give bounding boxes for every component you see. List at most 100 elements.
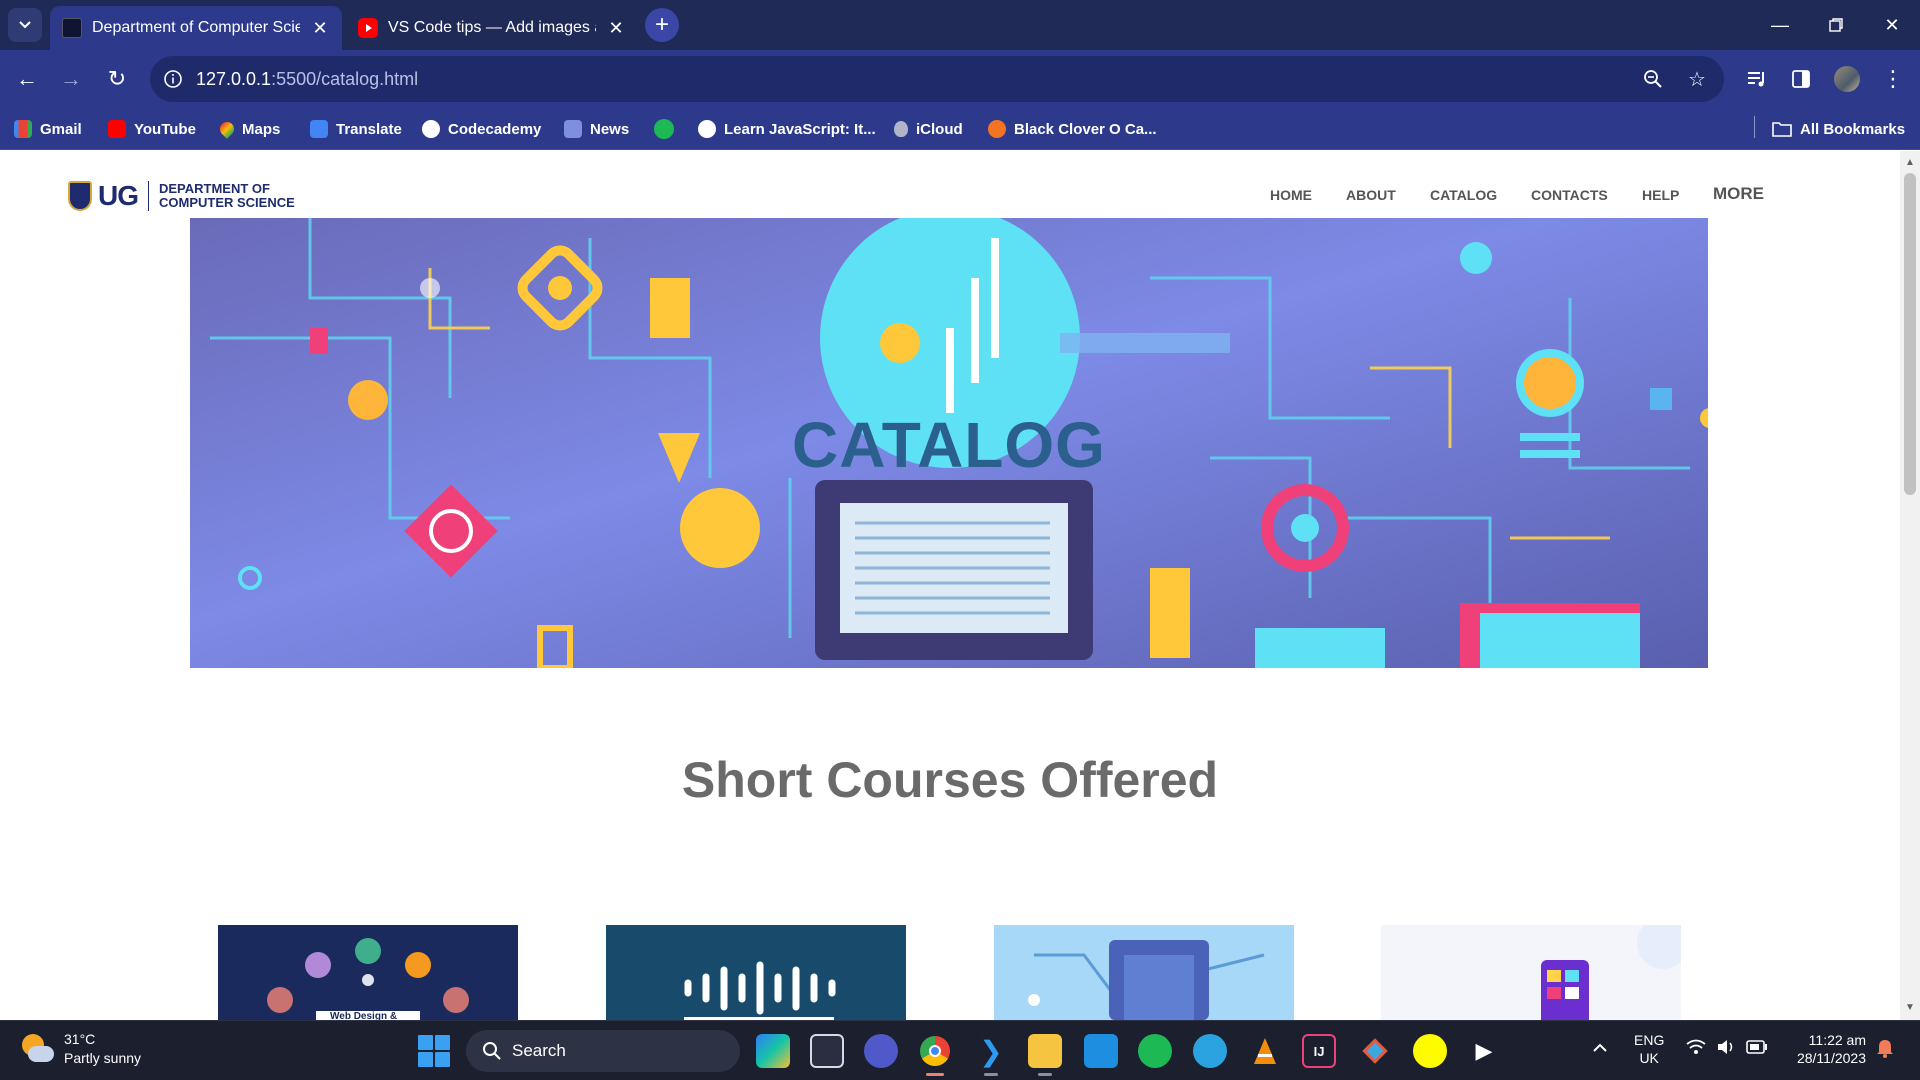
bookmark-codecademy[interactable]: Codecademy [422,116,541,142]
profile-avatar[interactable] [1830,62,1864,96]
bookmark-gmail[interactable]: Gmail [14,116,82,142]
windows-start-icon[interactable] [418,1035,450,1067]
course-card-audio[interactable] [606,925,906,1020]
nav-about[interactable]: ABOUT [1346,187,1396,203]
search-icon [483,1042,501,1060]
reload-icon[interactable]: ↻ [100,62,134,96]
sound-wave-illustration [684,961,836,1020]
task-view-icon[interactable] [810,1034,844,1068]
globe-icon [698,120,716,138]
spotify-icon [654,119,674,139]
url-host: 127.0.0.1 [196,68,272,89]
forward-arrow-icon[interactable]: → [54,62,88,96]
logo-ug-text: UG [98,180,139,211]
tab-title: VS Code tips — Add images an [388,19,596,36]
bookmark-news[interactable]: News [564,116,629,142]
course-card-web-design[interactable]: Web Design & [218,925,518,1020]
nav-home[interactable]: HOME [1270,187,1312,203]
wifi-icon[interactable] [1686,1039,1706,1059]
logo-dept-line1: DEPARTMENT OF [159,181,270,196]
logo-dept-line2: COMPUTER SCIENCE [159,195,295,210]
taskbar-search[interactable]: Search [466,1030,740,1072]
news-icon [564,120,582,138]
clock[interactable]: 11:22 am 28/11/2023 [1786,1031,1866,1067]
back-arrow-icon[interactable]: ← [10,62,44,96]
chrome-icon[interactable] [918,1034,952,1068]
bookmark-label: Translate [336,120,402,138]
bookmark-label: Codecademy [448,120,542,138]
bookmarks-bar: Gmail YouTube Maps Translate Codecademy … [0,108,1920,150]
new-tab-button[interactable]: + [645,8,679,42]
close-window-icon[interactable]: ✕ [1864,0,1920,50]
bookmark-spotify[interactable] [654,116,682,142]
site-logo[interactable]: UG DEPARTMENT OF COMPUTER SCIENCE [68,180,295,212]
terminal-app-icon[interactable]: ▶ [1467,1034,1501,1068]
battery-icon[interactable] [1746,1040,1768,1058]
close-tab-icon[interactable]: ✕ [606,18,626,39]
copilot-icon[interactable] [756,1034,790,1068]
bookmark-learn-javascript[interactable]: Learn JavaScript: It... [698,116,876,142]
folder-data-illustration [1028,940,1265,1020]
notification-bell-icon[interactable] [1876,1038,1894,1062]
course-card-data[interactable] [994,925,1294,1020]
chevron-down-icon [19,21,31,29]
bookmark-label: Black Clover O Ca... [1014,120,1157,138]
file-explorer-icon[interactable] [1028,1034,1062,1068]
tab-vscode-tips[interactable]: VS Code tips — Add images an ✕ [346,6,638,50]
git-app-icon[interactable] [1358,1034,1392,1068]
window-controls: — ✕ [1752,0,1920,50]
vscode-icon[interactable]: ❯ [974,1034,1008,1068]
side-panel-icon[interactable] [1784,62,1818,96]
volume-icon[interactable] [1716,1039,1736,1059]
zoom-icon[interactable] [1636,62,1670,96]
bookmark-label: News [590,120,630,138]
bookmark-translate[interactable]: Translate [310,116,402,142]
scroll-down-icon[interactable]: ▼ [1904,1002,1916,1014]
url-path: :5500/catalog.html [271,68,419,89]
teams-chat-icon[interactable] [864,1034,898,1068]
browser-menu-icon[interactable]: ⋮ [1876,62,1910,96]
nav-catalog[interactable]: CATALOG [1430,187,1497,203]
vlc-icon[interactable] [1248,1034,1282,1068]
tab-search-button[interactable] [8,8,42,42]
scroll-up-icon[interactable]: ▲ [1904,157,1916,169]
all-bookmarks-button[interactable]: All Bookmarks [1772,116,1905,142]
url-text: 127.0.0.1:5500/catalog.html [196,69,418,90]
search-label: Search [512,1041,566,1060]
bookmark-maps[interactable]: Maps [217,116,281,142]
all-bookmarks-label: All Bookmarks [1800,120,1906,138]
tab-department[interactable]: Department of Computer Scien ✕ [50,6,342,50]
restore-icon[interactable] [1808,0,1864,50]
address-bar[interactable]: 127.0.0.1:5500/catalog.html ☆ [150,56,1724,102]
telegram-icon[interactable] [1193,1034,1227,1068]
nav-help[interactable]: HELP [1642,187,1679,203]
tray-overflow-chevron-icon[interactable] [1592,1039,1608,1057]
section-title: Short Courses Offered [681,752,1219,808]
gmail-icon [14,120,32,138]
nav-contacts[interactable]: CONTACTS [1531,187,1608,203]
bookmark-black-clover[interactable]: Black Clover O Ca... [988,116,1157,142]
clock-time: 11:22 am [1808,1032,1866,1048]
nav-more[interactable]: MORE [1713,184,1764,204]
weather-widget[interactable]: 31°C Partly sunny [20,1030,141,1068]
course-card-mobile[interactable] [1381,925,1681,1020]
bookmark-icloud[interactable]: iCloud [894,116,963,142]
minimize-icon[interactable]: — [1752,0,1808,50]
codecademy-icon [422,120,440,138]
intellij-icon[interactable]: IJ [1302,1034,1336,1068]
page-scrollbar[interactable]: ▲ ▼ [1900,151,1920,1020]
store-app-icon[interactable] [1084,1034,1118,1068]
bookmark-youtube[interactable]: YouTube [108,116,196,142]
media-control-icon[interactable] [1740,62,1774,96]
scroll-thumb[interactable] [1904,173,1916,495]
snapchat-icon[interactable] [1413,1034,1447,1068]
hero-title: CATALOG [792,409,1106,481]
bookmark-label: Maps [242,120,281,138]
language-code: ENG [1634,1032,1665,1048]
bookmark-star-icon[interactable]: ☆ [1680,62,1714,96]
site-info-icon[interactable] [150,56,196,102]
close-tab-icon[interactable]: ✕ [310,18,330,39]
spotify-icon[interactable] [1138,1034,1172,1068]
chrome-active-indicator [926,1073,944,1076]
language-indicator[interactable]: ENG UK [1634,1031,1664,1067]
